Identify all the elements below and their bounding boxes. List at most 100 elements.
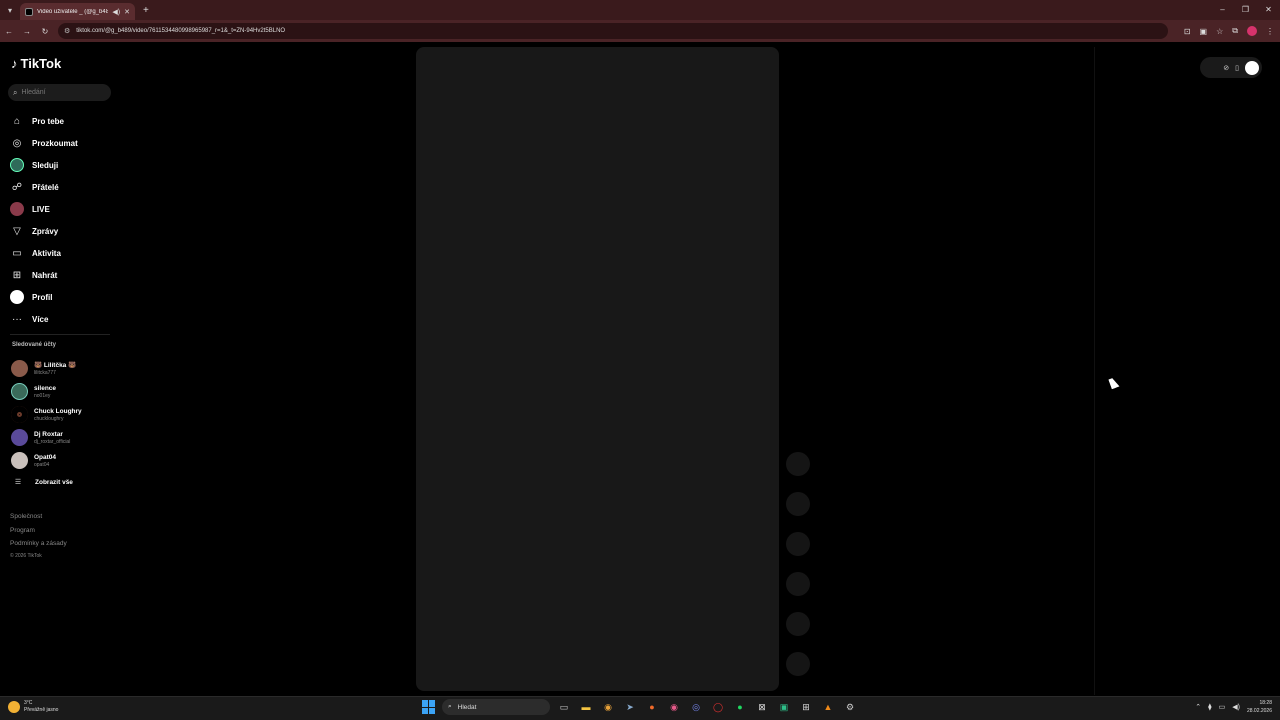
- discord-icon[interactable]: ◎: [688, 699, 704, 715]
- sidebar-item-live[interactable]: LIVE: [10, 198, 110, 220]
- sidebar-item-profil[interactable]: Profil: [10, 286, 110, 308]
- followed-account[interactable]: silence no01ey: [11, 380, 111, 403]
- bookmark-star-icon[interactable]: ☆: [1216, 27, 1223, 36]
- system-clock[interactable]: 18:28 28.02.2026: [1247, 699, 1272, 715]
- volume-icon[interactable]: ◀): [1232, 703, 1240, 711]
- sidebar-item-pratele[interactable]: ☍ Přátelé: [10, 176, 110, 198]
- content-divider: [1094, 47, 1095, 695]
- avatar: [11, 383, 28, 400]
- sidebar-item-label: Zprávy: [32, 226, 59, 236]
- sidebar-footer: Společnost Program Podmínky a zásady © 2…: [10, 510, 67, 561]
- capcut-icon[interactable]: ⊠: [754, 699, 770, 715]
- share-button[interactable]: [786, 612, 810, 636]
- sidebar-item-label: Sleduji: [32, 160, 59, 170]
- extensions-icon[interactable]: ⧉: [1232, 26, 1238, 36]
- sound-button[interactable]: [786, 652, 810, 676]
- footer-link-terms[interactable]: Podmínky a zásady: [10, 537, 67, 551]
- minimize-button[interactable]: –: [1211, 0, 1234, 20]
- sidebar-item-nahrat[interactable]: ⊞ Nahrát: [10, 264, 110, 286]
- followed-account[interactable]: Dj Roxtar dj_roxtar_official: [11, 426, 111, 449]
- tiktok-logo[interactable]: ♪ TikTok: [11, 56, 61, 71]
- microphone-icon[interactable]: ⧫: [1208, 703, 1211, 711]
- steam-icon[interactable]: ➤: [622, 699, 638, 715]
- spotify-icon[interactable]: ●: [732, 699, 748, 715]
- weather-widget[interactable]: 3°C Převážně jasno: [8, 700, 58, 714]
- sidebar-item-sleduji[interactable]: Sleduji: [10, 154, 110, 176]
- restore-button[interactable]: ❐: [1234, 0, 1257, 20]
- comment-button[interactable]: [786, 532, 810, 556]
- creator-avatar-button[interactable]: [786, 452, 810, 476]
- task-view-icon[interactable]: ▭: [556, 699, 572, 715]
- profile-avatar-icon[interactable]: [1247, 26, 1257, 36]
- opera-icon[interactable]: ◯: [710, 699, 726, 715]
- cast-icon[interactable]: ▣: [1200, 27, 1208, 36]
- video-player[interactable]: [416, 47, 779, 691]
- browser-tab[interactable]: Video uživatele _ (@g_b489 ◀) ✕: [20, 3, 135, 20]
- search-icon: ⌕: [448, 703, 452, 710]
- bookmark-button[interactable]: [786, 572, 810, 596]
- display-icon[interactable]: ▭: [1219, 703, 1226, 711]
- mouse-cursor-icon: [1108, 376, 1120, 390]
- sidebar-item-pro-tebe[interactable]: ⌂ Pro tebe: [10, 110, 110, 132]
- more-icon: ···: [12, 313, 22, 325]
- browser-menu-icon[interactable]: ⋮: [1266, 27, 1274, 36]
- sidebar-item-label: Prozkoumat: [32, 138, 78, 148]
- sidebar-item-label: Profil: [32, 292, 53, 302]
- settings-icon[interactable]: ⚙: [842, 699, 858, 715]
- sidebar-item-aktivita[interactable]: ▭ Aktivita: [10, 242, 110, 264]
- translate-icon[interactable]: ⊡: [1184, 27, 1191, 36]
- avatar: [11, 452, 28, 469]
- tiktok-note-icon: ♪: [11, 56, 18, 71]
- theme-toggle[interactable]: [1245, 60, 1259, 75]
- reload-button[interactable]: ↻: [36, 27, 54, 36]
- messages-icon: ▽: [13, 225, 21, 237]
- weather-desc: Převážně jasno: [24, 707, 59, 713]
- close-window-button[interactable]: ✕: [1257, 0, 1280, 20]
- app-icon[interactable]: ⊞: [798, 699, 814, 715]
- chrome-profile-icon[interactable]: ◉: [666, 699, 682, 715]
- top-right-controls: ⊘ ▯: [1200, 57, 1262, 78]
- account-name: Dj Roxtar: [34, 430, 63, 438]
- site-info-icon[interactable]: ⚙: [64, 27, 70, 35]
- windows-start-icon[interactable]: [422, 700, 436, 714]
- browser-tab-bar: ▾ Video uživatele _ (@g_b489 ◀) ✕ + – ❐ …: [0, 0, 1280, 20]
- account-name: silence: [34, 384, 57, 392]
- chevron-up-icon[interactable]: ⌃: [1195, 703, 1201, 711]
- firefox-icon[interactable]: ●: [644, 699, 660, 715]
- show-all-button[interactable]: ☰ Zobrazit vše: [11, 474, 111, 490]
- followed-account[interactable]: 🐻 Lilítčka 🐻 lilitcka777: [11, 357, 111, 380]
- sidebar-divider: [10, 334, 110, 335]
- tab-list-icon[interactable]: ▾: [0, 0, 20, 20]
- home-icon: ⌂: [13, 115, 21, 127]
- tab-close-icon[interactable]: ✕: [124, 8, 130, 16]
- chrome-icon[interactable]: ◉: [600, 699, 616, 715]
- taskbar-search[interactable]: ⌕ Hledat: [442, 699, 550, 715]
- sidebar-item-label: Aktivita: [32, 248, 61, 258]
- device-icon[interactable]: ▯: [1235, 64, 1239, 72]
- terminal-icon[interactable]: ▣: [776, 699, 792, 715]
- sidebar-item-vice[interactable]: ··· Více: [10, 308, 110, 330]
- forward-button[interactable]: →: [18, 27, 36, 36]
- vlc-icon[interactable]: ▲: [820, 699, 836, 715]
- footer-link-program[interactable]: Program: [10, 524, 67, 538]
- coins-icon[interactable]: ⊘: [1223, 64, 1229, 72]
- address-bar[interactable]: ⚙ tiktok.com/@g_b489/video/7611534480998…: [58, 23, 1168, 39]
- followed-account[interactable]: Chuck Loughry chuckloughry: [11, 403, 111, 426]
- taskbar-apps: ⌕ Hledat ▭ ▬ ◉ ➤ ● ◉ ◎ ◯ ● ⊠ ▣ ⊞ ▲ ⚙: [422, 699, 858, 715]
- new-tab-button[interactable]: +: [143, 5, 149, 16]
- system-tray: ⌃ ⧫ ▭ ◀) 18:28 28.02.2026: [1195, 699, 1272, 715]
- account-handle: chuckloughry: [34, 415, 64, 422]
- taskbar-search-placeholder: Hledat: [457, 703, 477, 711]
- avatar: [11, 429, 28, 446]
- copyright: © 2026 TikTok: [10, 552, 42, 559]
- like-button[interactable]: [786, 492, 810, 516]
- file-explorer-icon[interactable]: ▬: [578, 699, 594, 715]
- tab-audio-icon[interactable]: ◀): [112, 8, 120, 16]
- footer-link-company[interactable]: Společnost: [10, 510, 67, 524]
- search-input[interactable]: ⌕ Hledání: [8, 84, 111, 101]
- back-button[interactable]: ←: [0, 27, 18, 36]
- followed-account[interactable]: Opat04 opat04: [11, 449, 111, 472]
- sidebar-item-zpravy[interactable]: ▽ Zprávy: [10, 220, 110, 242]
- sidebar-item-prozkoumat[interactable]: ◎ Prozkoumat: [10, 132, 110, 154]
- sidebar-nav: ⌂ Pro tebe ◎ Prozkoumat Sleduji ☍ Přátel…: [10, 110, 110, 330]
